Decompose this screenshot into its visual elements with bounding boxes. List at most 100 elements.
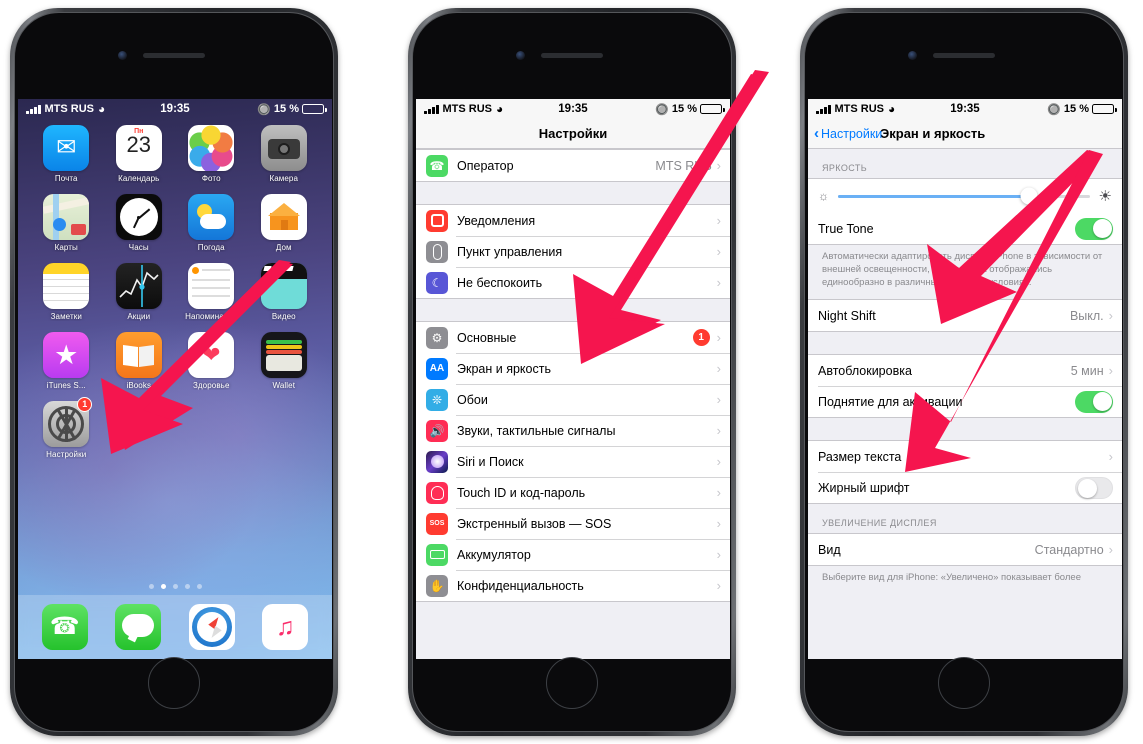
- app-notes[interactable]: Заметки: [35, 263, 97, 332]
- front-camera-icon: [118, 51, 127, 60]
- app-photos[interactable]: Фото: [180, 125, 242, 194]
- brightness-slider-row[interactable]: ☼ ☀: [808, 179, 1122, 213]
- settings-row-battery[interactable]: Аккумулятор ›: [416, 539, 730, 570]
- display-settings-list[interactable]: ЯРКОСТЬ ☼ ☀ True Tone Автоматически адап…: [808, 149, 1122, 659]
- siri-search-icon: [426, 450, 448, 473]
- autolock-row[interactable]: Автоблокировка 5 мин ›: [808, 355, 1122, 387]
- battery-percent: 15 %: [273, 103, 299, 115]
- app-clock[interactable]: Часы: [108, 194, 170, 263]
- app-label: Заметки: [50, 312, 82, 321]
- app-label: Календарь: [118, 174, 160, 183]
- settings-row-sounds[interactable]: 🔊 Звуки, тактильные сигналы ›: [416, 415, 730, 446]
- night-shift-group: Night Shift Выкл. ›: [808, 299, 1122, 333]
- app-label: Wallet: [272, 381, 296, 390]
- night-shift-row[interactable]: Night Shift Выкл. ›: [808, 300, 1122, 332]
- app-label: Дом: [275, 243, 292, 252]
- app-maps[interactable]: Карты: [35, 194, 97, 263]
- autolock-group: Автоблокировка 5 мин › Поднятие для акти…: [808, 354, 1122, 419]
- true-tone-toggle[interactable]: [1075, 217, 1113, 240]
- chevron-right-icon: ›: [716, 392, 721, 407]
- page-indicator-dots[interactable]: [18, 580, 332, 595]
- messages-icon[interactable]: [115, 604, 162, 650]
- settings-row-do-not-disturb[interactable]: ☾ Не беспокоить ›: [416, 267, 730, 298]
- chevron-right-icon: ›: [716, 485, 721, 500]
- app-calendar[interactable]: Пн 23 Календарь: [108, 125, 170, 194]
- app-videos[interactable]: Видео: [253, 263, 315, 332]
- settings-row-notifications[interactable]: Уведомления ›: [416, 205, 730, 236]
- settings-section-carrier: ☎ Оператор MTS RUS ›: [416, 149, 730, 182]
- music-icon[interactable]: ♫: [262, 604, 309, 650]
- app-camera[interactable]: Камера: [253, 125, 315, 194]
- app-itunes-store[interactable]: ★ iTunes S...: [35, 332, 97, 401]
- sun-large-icon: ☀: [1098, 188, 1112, 205]
- row-label: Оператор: [457, 158, 514, 173]
- app-reminders[interactable]: Напоминания: [180, 263, 242, 332]
- page-title: Экран и яркость: [880, 126, 986, 141]
- app-mail[interactable]: ✉ Почта: [35, 125, 97, 194]
- view-row[interactable]: Вид Стандартно ›: [808, 534, 1122, 566]
- camera-icon: [260, 125, 307, 171]
- chevron-right-icon: ›: [716, 213, 721, 228]
- true-tone-row[interactable]: True Tone: [808, 213, 1122, 244]
- chevron-right-icon: ›: [1108, 542, 1113, 558]
- text-size-row[interactable]: Размер текста ›: [808, 441, 1122, 473]
- app-stocks[interactable]: Акции: [108, 263, 170, 332]
- itunes-store-icon: ★: [43, 332, 90, 378]
- phone-2-screen: MTS RUS ◕ 19:35 🔘 15 % Настройки ☎ Опера…: [416, 99, 730, 659]
- display-brightness-icon: AA: [426, 357, 448, 380]
- phone-2-body: MTS RUS ◕ 19:35 🔘 15 % Настройки ☎ Опера…: [412, 12, 732, 732]
- three-iphone-tutorial-composite: MTS RUS ◕ 19:35 🔘 15 % ✉ Почта Пн 23 Кал…: [0, 0, 1143, 744]
- raise-to-wake-toggle[interactable]: [1075, 390, 1113, 413]
- settings-badge: 1: [77, 397, 93, 412]
- settings-row-siri-search[interactable]: Siri и Поиск ›: [416, 446, 730, 477]
- settings-row-operator[interactable]: ☎ Оператор MTS RUS ›: [416, 150, 730, 181]
- app-label: Здоровье: [192, 381, 230, 390]
- raise-to-wake-row[interactable]: Поднятие для активации: [808, 386, 1122, 418]
- phone-3-body: MTS RUS ◕ 19:35 🔘 15 % ‹ Настройки Экран…: [804, 12, 1124, 732]
- app-ibooks[interactable]: iBooks: [108, 332, 170, 401]
- app-home[interactable]: Дом: [253, 194, 315, 263]
- settings-row-privacy[interactable]: ✋ Конфиденциальность ›: [416, 570, 730, 601]
- chevron-right-icon: ›: [716, 361, 721, 376]
- settings-row-touch-id[interactable]: Touch ID и код-пароль ›: [416, 477, 730, 508]
- row-label: Конфиденциальность: [457, 578, 584, 593]
- brightness-section-header: ЯРКОСТЬ: [822, 163, 868, 173]
- app-wallet[interactable]: Wallet: [253, 332, 315, 401]
- earpiece-speaker: [143, 53, 205, 58]
- app-settings[interactable]: 1 Настройки: [35, 397, 97, 470]
- home-button[interactable]: [546, 657, 598, 709]
- iphone-device-3: MTS RUS ◕ 19:35 🔘 15 % ‹ Настройки Экран…: [800, 8, 1128, 736]
- row-label: Уведомления: [457, 213, 536, 228]
- settings-row-general[interactable]: ⚙ Основные 1 ›: [416, 322, 730, 353]
- phone-icon[interactable]: ☎: [41, 604, 88, 650]
- back-button[interactable]: ‹ Настройки: [814, 126, 882, 141]
- settings-row-display-brightness[interactable]: AA Экран и яркость ›: [416, 353, 730, 384]
- mail-icon: ✉: [43, 125, 90, 171]
- brightness-slider[interactable]: [838, 187, 1090, 205]
- phone-3-screen: MTS RUS ◕ 19:35 🔘 15 % ‹ Настройки Экран…: [808, 99, 1122, 659]
- app-weather[interactable]: Погода: [180, 194, 242, 263]
- iphone-device-1: MTS RUS ◕ 19:35 🔘 15 % ✉ Почта Пн 23 Кал…: [10, 8, 338, 736]
- bold-text-row[interactable]: Жирный шрифт: [808, 472, 1122, 504]
- battery-icon: [302, 104, 327, 114]
- bold-text-toggle[interactable]: [1075, 476, 1113, 499]
- home-app-icon: [260, 194, 307, 240]
- sun-small-icon: ☼: [818, 189, 829, 203]
- settings-list[interactable]: ☎ Оператор MTS RUS › Уведомления › Пункт…: [416, 149, 730, 659]
- earpiece-speaker: [541, 53, 603, 58]
- home-button[interactable]: [938, 657, 990, 709]
- chevron-right-icon: ›: [716, 516, 721, 531]
- earpiece-speaker: [933, 53, 995, 58]
- home-button[interactable]: [148, 657, 200, 709]
- app-health[interactable]: ❤ Здоровье: [180, 332, 242, 401]
- settings-row-wallpaper[interactable]: ❊ Обои ›: [416, 384, 730, 415]
- calendar-day: 23: [126, 132, 151, 157]
- row-label: Обои: [457, 392, 488, 407]
- safari-icon[interactable]: [188, 604, 235, 650]
- settings-row-control-center[interactable]: Пункт управления ›: [416, 236, 730, 267]
- chevron-right-icon: ›: [716, 578, 721, 593]
- phone-green-icon: ☎: [426, 154, 448, 177]
- photos-icon: [188, 125, 235, 171]
- sounds-haptics-icon: 🔊: [426, 419, 448, 442]
- settings-row-sos[interactable]: SOS Экстренный вызов — SOS ›: [416, 508, 730, 539]
